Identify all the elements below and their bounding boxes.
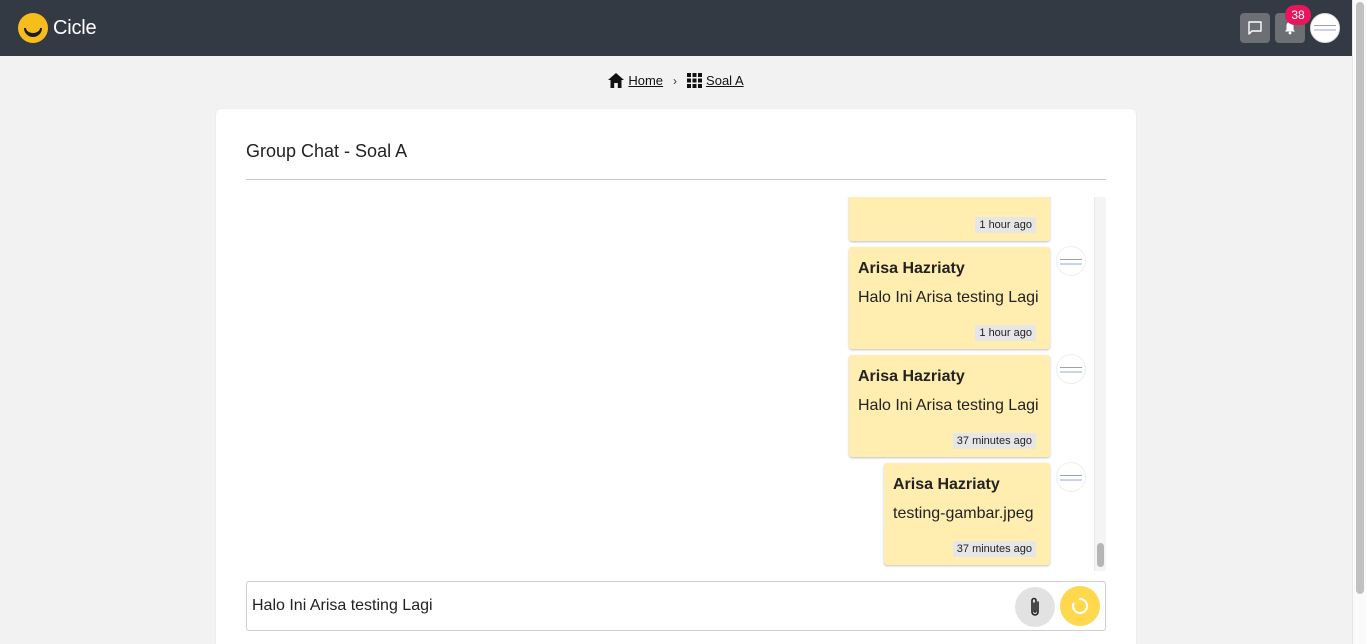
brand-logo[interactable]: Cicle: [18, 13, 97, 43]
message-author: Arisa Hazriaty: [858, 368, 965, 385]
page-scrollbar-thumb[interactable]: [1356, 2, 1364, 594]
grid-icon: [687, 73, 703, 88]
send-button[interactable]: [1060, 586, 1100, 626]
title-divider: [246, 179, 1106, 180]
message-bubble: Arisa Hazriaty Halo Ini Arisa testing La…: [849, 247, 1050, 349]
chat-button[interactable]: [1240, 13, 1270, 43]
page-title: Group Chat - Soal A: [246, 141, 408, 161]
message-input[interactable]: [252, 592, 1002, 620]
attach-file-button[interactable]: [1015, 587, 1055, 627]
breadcrumb-current-label: Soal A: [706, 73, 744, 88]
page-scrollbar[interactable]: [1352, 0, 1366, 644]
top-navbar: Cicle 38: [0, 0, 1352, 56]
message-bubble: 1 hour ago: [849, 197, 1050, 241]
message-time: 1 hour ago: [975, 217, 1036, 233]
message-list-scrollbar-thumb[interactable]: [1097, 543, 1104, 567]
message-bubble: Arisa Hazriaty Halo Ini Arisa testing La…: [849, 355, 1050, 457]
message-author: Arisa Hazriaty: [893, 476, 1000, 493]
message-square-icon: [1248, 21, 1262, 35]
paperclip-icon: [1031, 597, 1039, 616]
breadcrumb: Home › Soal A: [0, 73, 1352, 88]
brand-name: Cicle: [53, 16, 97, 39]
home-icon: [608, 73, 625, 88]
user-avatar[interactable]: [1310, 13, 1340, 43]
breadcrumb-home-link[interactable]: Home: [608, 73, 663, 88]
message-avatar[interactable]: [1056, 462, 1086, 492]
message-time: 1 hour ago: [975, 325, 1036, 341]
breadcrumb-separator: ›: [673, 73, 678, 88]
message-list[interactable]: 1 hour ago Arisa Hazriaty Halo Ini Arisa…: [246, 197, 1106, 571]
smiley-logo-icon: [18, 13, 48, 43]
attachment-filename[interactable]: testing-gambar.jpeg: [893, 505, 1034, 523]
loading-spinner-icon: [1072, 597, 1089, 614]
message-composer: [246, 581, 1106, 631]
message-avatar[interactable]: [1056, 354, 1086, 384]
message-text: Halo Ini Arisa testing Lagi: [858, 397, 1039, 414]
message-time: 37 minutes ago: [952, 541, 1036, 557]
message-text: Halo Ini Arisa testing Lagi: [858, 289, 1039, 306]
message-list-scrollbar[interactable]: [1094, 197, 1106, 571]
message-author: Arisa Hazriaty: [858, 260, 965, 277]
attachment-message-bubble[interactable]: Arisa Hazriaty testing-gambar.jpeg 37 mi…: [884, 463, 1050, 565]
group-chat-card: Group Chat - Soal A 1 hour ago Arisa Haz…: [216, 109, 1136, 644]
breadcrumb-home-label: Home: [628, 73, 664, 88]
message-time: 37 minutes ago: [952, 433, 1036, 449]
breadcrumb-current-link[interactable]: Soal A: [687, 73, 744, 88]
notification-count-badge: 38: [1285, 5, 1311, 25]
message-avatar[interactable]: [1056, 246, 1086, 276]
